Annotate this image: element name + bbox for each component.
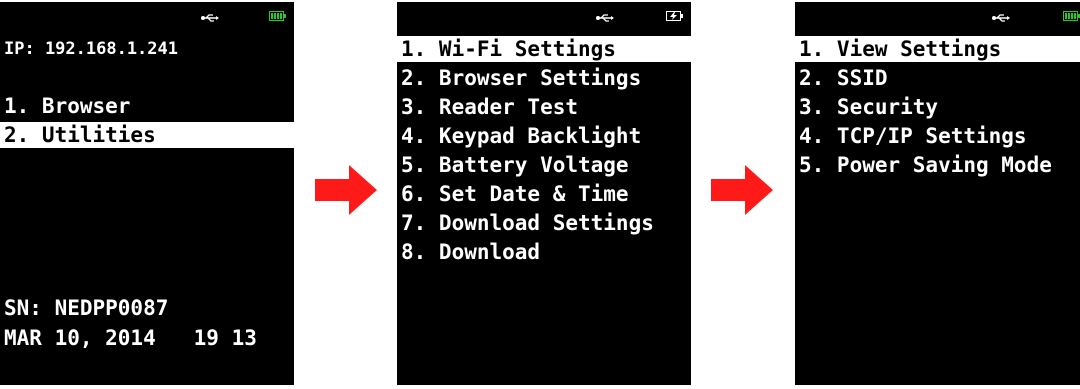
- ip-address: IP: 192.168.1.241: [4, 39, 178, 59]
- menu-item-browser-settings[interactable]: 2. Browser Settings: [397, 65, 691, 91]
- menu-item-utilities[interactable]: 2. Utilities: [0, 122, 294, 148]
- status-bar: [795, 2, 1080, 30]
- usb-icon: [992, 14, 1010, 22]
- menu-item-power-saving-mode[interactable]: 5. Power Saving Mode: [795, 152, 1080, 178]
- menu-item-browser[interactable]: 1. Browser: [0, 93, 294, 119]
- menu-item-view-settings[interactable]: 1. View Settings: [795, 36, 1080, 62]
- menu-item-battery-voltage[interactable]: 5. Battery Voltage: [397, 152, 691, 178]
- usb-icon: [201, 14, 219, 22]
- menu-item-tcpip-settings[interactable]: 4. TCP/IP Settings: [795, 123, 1080, 149]
- menu-item-download[interactable]: 8. Download: [397, 239, 691, 265]
- menu-item-keypad-backlight[interactable]: 4. Keypad Backlight: [397, 123, 691, 149]
- battery-full-icon: [1063, 11, 1080, 21]
- status-bar: [397, 2, 691, 30]
- menu-item-download-settings[interactable]: 7. Download Settings: [397, 210, 691, 236]
- right-arrow-icon: [315, 165, 377, 215]
- device-screen-wifi-settings: 1. View Settings 2. SSID 3. Security 4. …: [795, 2, 1080, 385]
- right-arrow-icon: [711, 165, 773, 215]
- device-screen-main: IP: 192.168.1.241 1. Browser 2. Utilitie…: [0, 2, 294, 385]
- menu-item-security[interactable]: 3. Security: [795, 94, 1080, 120]
- status-bar: [0, 2, 294, 30]
- date-time: MAR 10, 2014 19 13: [4, 326, 257, 350]
- usb-icon: [596, 14, 614, 22]
- serial-number: SN: NEDPP0087: [4, 296, 169, 320]
- menu-item-reader-test[interactable]: 3. Reader Test: [397, 94, 691, 120]
- battery-full-icon: [269, 11, 286, 21]
- battery-charging-icon: [666, 11, 683, 21]
- menu-item-set-date-time[interactable]: 6. Set Date & Time: [397, 181, 691, 207]
- device-screen-utilities: 1. Wi-Fi Settings 2. Browser Settings 3.…: [397, 2, 691, 385]
- menu-item-wifi-settings[interactable]: 1. Wi-Fi Settings: [397, 36, 691, 62]
- menu-item-ssid[interactable]: 2. SSID: [795, 65, 1080, 91]
